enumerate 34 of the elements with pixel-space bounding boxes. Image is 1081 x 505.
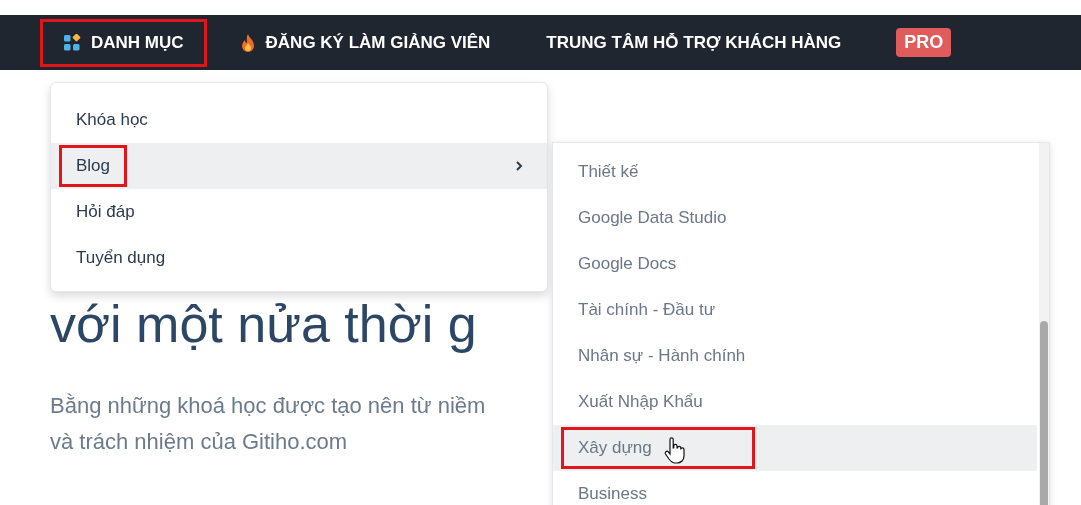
menu-item[interactable]: Khóa học [51,97,547,143]
submenu-label: Tài chính - Đầu tư [577,299,717,321]
hero-heading: với một nửa thời g [50,294,477,354]
hero-text: Bằng những khoá học được tạo nên từ niềm [50,392,486,420]
hero-text: và trách nhiệm của Gitiho.com [50,428,348,456]
submenu-label: Xây dựng [561,427,755,469]
submenu-label: Nhân sự - Hành chính [577,345,747,367]
category-menu-button[interactable]: DANH MỤC [40,18,207,67]
menu-item[interactable]: Hỏi đáp [51,189,547,235]
menu-label: Tuyển dụng [75,247,167,269]
nav-link[interactable]: ĐĂNG KÝ LÀM GIẢNG VIÊN [216,18,514,67]
grid-icon [63,33,81,52]
submenu-item[interactable]: Thiết kế [553,149,1037,195]
submenu-label: Google Data Studio [577,207,728,229]
pro-badge[interactable]: PRO [896,28,952,57]
submenu-item[interactable]: Xuất Nhập Khẩu [553,379,1037,425]
submenu-item[interactable]: Xây dựng [553,425,1037,471]
submenu-label: Xuất Nhập Khẩu [577,391,704,413]
menu-item[interactable]: Blog [51,143,547,189]
nav-link[interactable]: TRUNG TÂM HỖ TRỢ KHÁCH HÀNG [523,18,865,67]
flame-icon [239,32,256,53]
submenu-item[interactable]: Tài chính - Đầu tư [553,287,1037,333]
menu-item[interactable]: Tuyển dụng [51,235,547,281]
submenu-label: Google Docs [577,253,678,275]
menu-label: Hỏi đáp [75,201,136,223]
menu-label: Blog [59,145,128,187]
menu-label: Khóa học [75,109,149,131]
submenu-item[interactable]: Business [553,471,1037,505]
scrollbar[interactable] [1039,143,1049,505]
submenu-label: Business [577,483,648,505]
submenu-item[interactable]: Nhân sự - Hành chính [553,333,1037,379]
submenu-item[interactable]: Google Data Studio [553,195,1037,241]
submenu-item[interactable]: Google Docs [553,241,1037,287]
submenu-label: Thiết kế [577,161,640,183]
